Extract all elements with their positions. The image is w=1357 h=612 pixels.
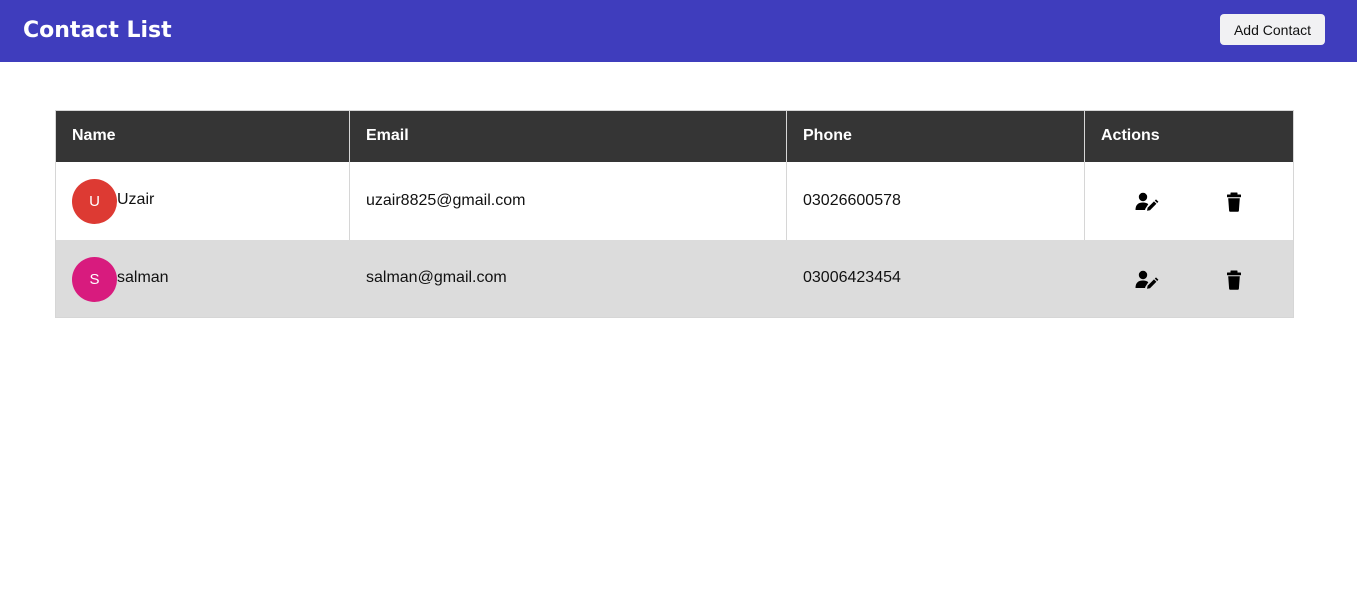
phone-cell: 03026600578 [786, 161, 1085, 240]
contact-name: Uzair [117, 190, 155, 208]
page-title: Contact List [23, 18, 172, 43]
actions-cell [1084, 239, 1294, 318]
email-cell: salman@gmail.com [349, 239, 787, 318]
delete-contact-button[interactable] [1222, 191, 1246, 213]
trash-icon [1227, 270, 1241, 290]
avatar: S [72, 256, 117, 302]
trash-icon [1227, 192, 1241, 212]
edit-contact-button[interactable] [1135, 191, 1159, 213]
name-cell: S salman [55, 239, 350, 318]
name-cell: U Uzair [55, 161, 350, 240]
column-header-phone: Phone [786, 110, 1085, 162]
avatar: U [72, 178, 117, 224]
add-contact-button[interactable]: Add Contact [1220, 14, 1325, 45]
phone-cell: 03006423454 [786, 239, 1085, 318]
contacts-table-container: Name Email Phone Actions U Uzair uzair88… [55, 110, 1294, 318]
user-edit-icon [1135, 192, 1159, 211]
table-row: U Uzair uzair8825@gmail.com 03026600578 [55, 161, 1294, 240]
contacts-table: Name Email Phone Actions U Uzair uzair88… [55, 110, 1294, 318]
email-cell: uzair8825@gmail.com [349, 161, 787, 240]
app-bar: Contact List Add Contact [0, 0, 1357, 62]
user-edit-icon [1135, 270, 1159, 289]
contact-name: salman [117, 268, 169, 286]
delete-contact-button[interactable] [1222, 269, 1246, 291]
column-header-email: Email [349, 110, 787, 162]
table-row: S salman salman@gmail.com 03006423454 [55, 239, 1294, 318]
column-header-name: Name [55, 110, 350, 162]
actions-cell [1084, 161, 1294, 240]
edit-contact-button[interactable] [1135, 269, 1159, 291]
table-header-row: Name Email Phone Actions [55, 110, 1294, 162]
column-header-actions: Actions [1084, 110, 1294, 162]
